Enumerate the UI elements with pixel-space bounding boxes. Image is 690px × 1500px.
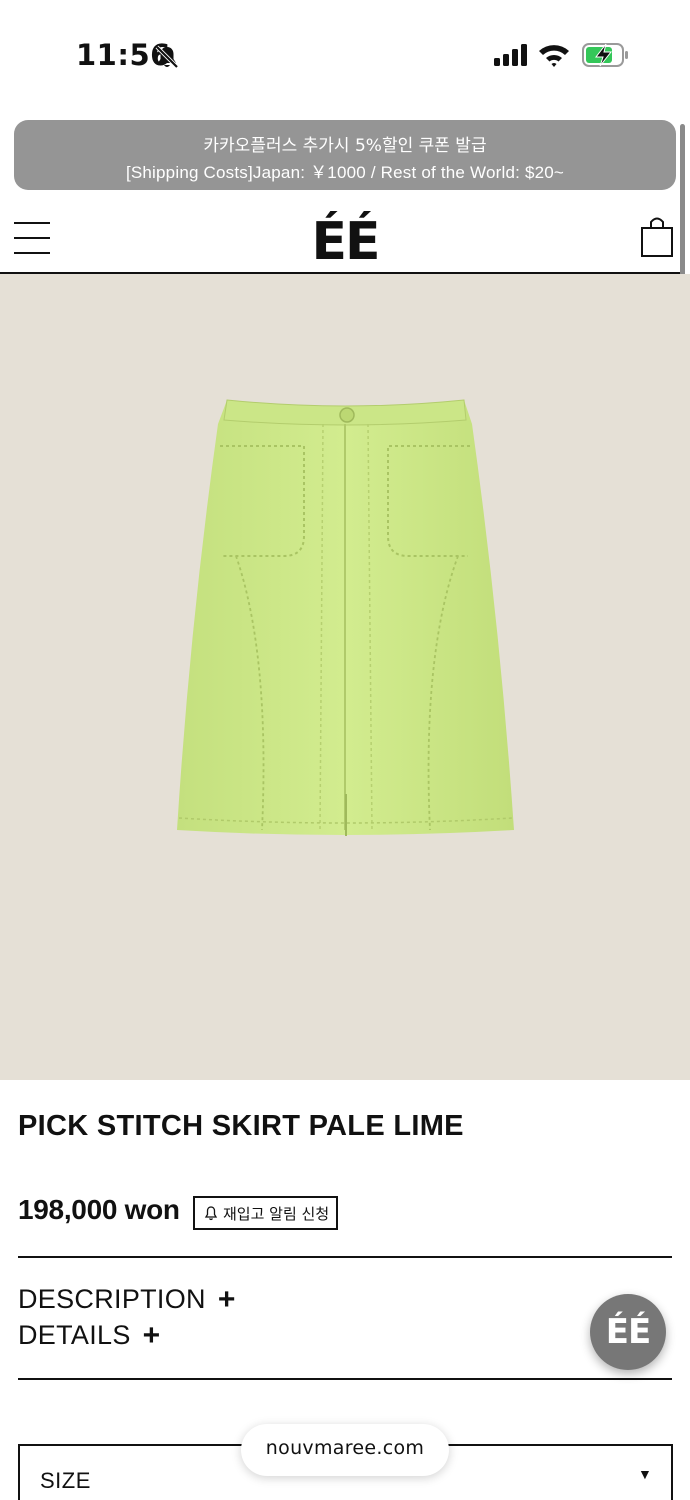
details-accordion[interactable]: DETAILS + [18, 1320, 160, 1351]
browser-url-bar[interactable]: nouvmaree.com [241, 1424, 449, 1476]
description-label: DESCRIPTION [18, 1284, 206, 1314]
chevron-down-icon: ▼ [638, 1466, 652, 1482]
divider [18, 1378, 672, 1380]
shopping-bag-icon[interactable] [640, 216, 674, 258]
restock-alert-label: 재입고 알림 신청 [223, 1204, 330, 1223]
announcement-banner[interactable]: 카카오플러스 추가시 5%할인 쿠폰 발급 [Shipping Costs]Ja… [14, 120, 676, 190]
plus-icon: + [217, 1282, 236, 1316]
bell-slash-icon [155, 45, 179, 69]
description-accordion[interactable]: DESCRIPTION + [18, 1284, 236, 1315]
restock-alert-button[interactable]: 재입고 알림 신청 [193, 1196, 338, 1230]
product-price: 198,000 won [18, 1194, 180, 1225]
battery-charging-icon [582, 43, 628, 67]
brand-chat-button[interactable]: ÉÉ [590, 1294, 666, 1370]
product-image[interactable] [0, 274, 690, 1080]
status-bar: 11:56 [0, 0, 690, 110]
cellular-signal-icon [494, 44, 527, 66]
size-select-label: SIZE [40, 1468, 91, 1493]
brand-logo[interactable]: ÉÉ [0, 212, 690, 272]
bell-icon [204, 1206, 218, 1221]
wifi-icon [539, 45, 569, 67]
plus-icon: + [142, 1318, 161, 1352]
announcement-coupon-text: 카카오플러스 추가시 5%할인 쿠폰 발급 [203, 136, 487, 156]
details-label: DETAILS [18, 1320, 131, 1350]
divider [18, 1256, 672, 1258]
announcement-shipping-text: [Shipping Costs]Japan: ￥1000 / Rest of t… [125, 163, 565, 182]
product-title: PICK STITCH SKIRT PALE LIME [18, 1110, 464, 1142]
skirt-illustration [177, 399, 514, 836]
